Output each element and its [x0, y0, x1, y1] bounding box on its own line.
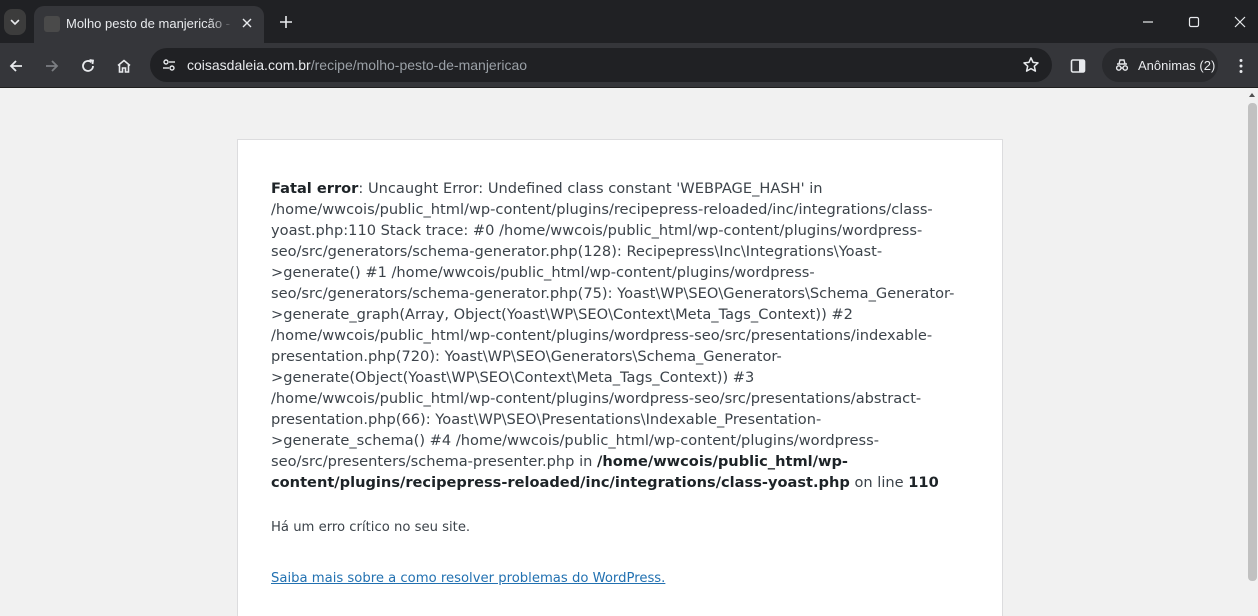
- incognito-icon: [1115, 59, 1129, 71]
- error-line: 110: [908, 474, 939, 491]
- kebab-menu-icon: [1239, 59, 1243, 73]
- side-panel-button[interactable]: [1064, 52, 1092, 80]
- reload-button[interactable]: [74, 52, 102, 80]
- url-domain: coisasdaleia.com.br: [187, 57, 311, 73]
- plus-icon: [280, 16, 292, 28]
- tab-search-button[interactable]: [4, 9, 26, 35]
- reload-icon: [82, 59, 95, 72]
- home-icon: [117, 59, 131, 73]
- bookmark-button[interactable]: [1020, 54, 1042, 76]
- fatal-error-message: Fatal error: Uncaught Error: Undefined c…: [271, 178, 969, 493]
- site-info-button[interactable]: [158, 54, 180, 76]
- site-favicon-icon: [44, 16, 60, 32]
- error-heading: Fatal error: [271, 180, 359, 197]
- url-text: coisasdaleia.com.br/recipe/molho-pesto-d…: [187, 57, 527, 73]
- page-viewport: Fatal error: Uncaught Error: Undefined c…: [0, 89, 1246, 616]
- side-panel-icon: [1070, 59, 1086, 73]
- critical-error-message: Há um erro crítico no seu site.: [271, 520, 471, 535]
- on-line-text: on line: [849, 474, 909, 491]
- tab-close-button[interactable]: [238, 14, 256, 32]
- close-icon: [242, 18, 252, 28]
- minimize-icon: [1143, 21, 1153, 23]
- window-close-button[interactable]: [1225, 8, 1255, 36]
- forward-button[interactable]: [38, 52, 66, 80]
- wordpress-help-link[interactable]: Saiba mais sobre a como resolver problem…: [271, 571, 665, 586]
- star-icon: [1023, 57, 1039, 72]
- url-path: /recipe/molho-pesto-de-manjericao: [310, 57, 528, 73]
- error-text: : Uncaught Error: Undefined class consta…: [271, 180, 955, 470]
- arrow-left-icon: [9, 60, 22, 72]
- scrollbar-thumb[interactable]: [1248, 103, 1257, 581]
- maximize-button[interactable]: [1179, 8, 1209, 36]
- address-bar[interactable]: coisasdaleia.com.br/recipe/molho-pesto-d…: [150, 48, 1052, 82]
- incognito-profile-button[interactable]: Anônimas (2): [1102, 48, 1218, 82]
- active-tab[interactable]: Molho pesto de manjericão - Coisas da Lé…: [34, 6, 264, 43]
- tab-strip: Molho pesto de manjericão - Coisas da Lé…: [0, 0, 1258, 43]
- back-button[interactable]: [2, 52, 30, 80]
- vertical-scrollbar[interactable]: [1246, 89, 1258, 616]
- profile-label: Anônimas (2): [1138, 57, 1216, 73]
- browser-toolbar: coisasdaleia.com.br/recipe/molho-pesto-d…: [0, 43, 1258, 88]
- tune-icon: [163, 59, 175, 71]
- tab-title: Molho pesto de manjericão - Coisas da Lé…: [66, 16, 234, 31]
- menu-button[interactable]: [1227, 52, 1255, 80]
- arrow-right-icon: [46, 60, 59, 72]
- home-button[interactable]: [110, 52, 138, 80]
- chevron-down-icon: [10, 19, 20, 26]
- maximize-icon: [1188, 16, 1200, 28]
- scroll-up-arrow-icon[interactable]: [1249, 93, 1255, 97]
- new-tab-button[interactable]: [276, 12, 296, 32]
- minimize-button[interactable]: [1133, 8, 1163, 36]
- close-icon: [1234, 16, 1246, 28]
- wp-error-box: Fatal error: Uncaught Error: Undefined c…: [237, 139, 1003, 616]
